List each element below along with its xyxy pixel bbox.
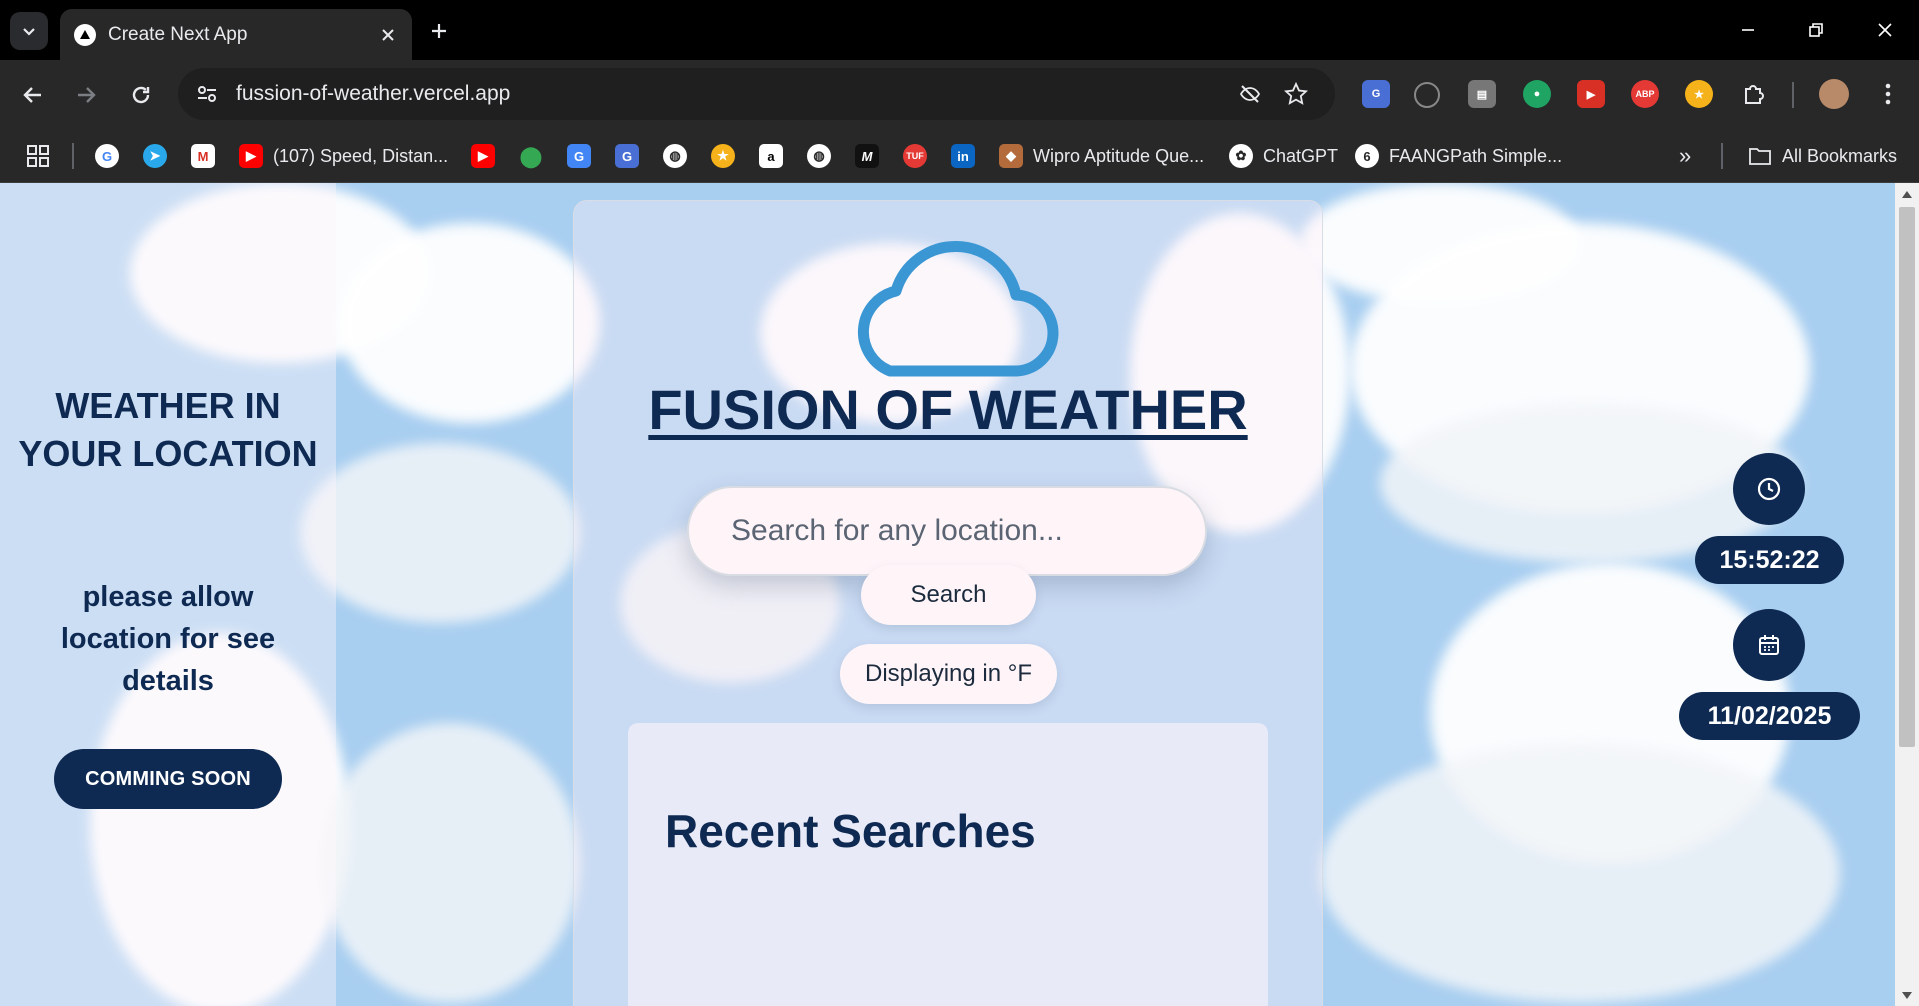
- reload-button[interactable]: [121, 75, 161, 115]
- app-title: FUSION OF WEATHER: [648, 378, 1248, 441]
- background-cloud: [300, 443, 580, 623]
- youtube-icon[interactable]: ▶: [471, 144, 495, 168]
- medium-icon[interactable]: M: [855, 144, 879, 168]
- arrow-left-icon: [23, 87, 41, 103]
- eye-off-icon[interactable]: [1236, 80, 1264, 108]
- browser-tab-strip: Create Next App: [0, 0, 1919, 60]
- bookmarks-divider: [72, 143, 74, 169]
- profile-avatar[interactable]: [1819, 79, 1849, 109]
- all-bookmarks-button[interactable]: All Bookmarks: [1748, 142, 1897, 170]
- clock-icon: [1757, 477, 1781, 501]
- google-icon[interactable]: G: [95, 144, 119, 168]
- chatgpt-icon: ✿: [1229, 144, 1253, 168]
- faangpath-icon: 6: [1355, 144, 1379, 168]
- toolbar-divider: [1792, 82, 1794, 108]
- browser-tab-active[interactable]: Create Next App: [60, 9, 412, 60]
- recent-searches-title: Recent Searches: [665, 805, 1036, 857]
- globe-icon[interactable]: ◍: [807, 144, 831, 168]
- google-classroom-icon[interactable]: G: [567, 144, 591, 168]
- location-search-input[interactable]: [687, 486, 1207, 576]
- tuf-icon[interactable]: TUF: [903, 144, 927, 168]
- youtube-icon: ▶: [239, 144, 263, 168]
- background-cloud: [340, 223, 600, 423]
- adblock-plus-icon[interactable]: ABP: [1631, 80, 1659, 108]
- minimize-button[interactable]: [1718, 10, 1778, 50]
- bookmarks-overflow-button[interactable]: »: [1679, 142, 1691, 170]
- bookmark-chatgpt[interactable]: ✿ ChatGPT: [1229, 142, 1338, 170]
- tab-search-button[interactable]: [10, 12, 48, 50]
- green-extension-icon[interactable]: ●: [1523, 80, 1551, 108]
- medal-icon[interactable]: ★: [711, 144, 735, 168]
- address-bar[interactable]: fussion-of-weather.vercel.app: [178, 68, 1335, 120]
- background-cloud: [320, 723, 580, 1003]
- new-tab-button[interactable]: [422, 14, 456, 48]
- folder-icon: [1748, 144, 1772, 168]
- video-extension-icon[interactable]: ▶: [1577, 80, 1605, 108]
- vercel-triangle-icon: [74, 24, 96, 46]
- back-button[interactable]: [13, 75, 53, 115]
- amazon-icon[interactable]: a: [759, 144, 783, 168]
- location-permission-message: please allow location for see details: [60, 581, 276, 697]
- browser-toolbar: fussion-of-weather.vercel.app G ▤ ● ▶ AB…: [0, 60, 1919, 130]
- medal-extension-icon[interactable]: ★: [1685, 80, 1713, 108]
- bookmark-star-icon[interactable]: [1282, 80, 1310, 108]
- site-info-icon[interactable]: [194, 81, 220, 107]
- recent-searches-section: Recent Searches: [628, 723, 1268, 1006]
- bookmark-label: (107) Speed, Distan...: [273, 145, 449, 166]
- google-translate-extension-icon[interactable]: G: [1362, 80, 1390, 108]
- google-translate-icon[interactable]: G: [615, 144, 639, 168]
- search-button[interactable]: Search: [861, 565, 1036, 625]
- bookmark-label: FAANGPath Simple...: [1389, 145, 1563, 166]
- location-weather-title: WEATHER IN YOUR LOCATION: [18, 385, 318, 474]
- bookmarks-bar: G ➤ M ▶ (107) Speed, Distan... ▶ ⬤ G G ◍…: [0, 130, 1919, 183]
- linkedin-icon[interactable]: in: [951, 144, 975, 168]
- current-time: 15:52:22: [1695, 536, 1844, 584]
- scroll-down-arrow-icon[interactable]: [1899, 988, 1915, 1004]
- clock-badge: [1733, 453, 1805, 525]
- scroll-up-arrow-icon[interactable]: [1899, 186, 1915, 202]
- close-icon: [1878, 23, 1892, 37]
- minimize-icon: [1742, 29, 1754, 31]
- telegram-icon[interactable]: ➤: [143, 144, 167, 168]
- location-weather-panel: WEATHER IN YOUR LOCATION please allow lo…: [0, 183, 336, 1006]
- overflow-chevron-icon: »: [1679, 143, 1692, 168]
- close-window-button[interactable]: [1855, 10, 1915, 50]
- all-bookmarks-label: All Bookmarks: [1782, 145, 1898, 166]
- kebab-menu-icon[interactable]: [1874, 80, 1902, 108]
- arrow-right-icon: [78, 87, 96, 103]
- tab-title: Create Next App: [108, 24, 248, 45]
- coming-soon-button[interactable]: COMMING SOON: [54, 749, 282, 809]
- sync-extension-icon[interactable]: [1414, 82, 1440, 108]
- google-maps-icon[interactable]: ⬤: [519, 144, 543, 168]
- current-date: 11/02/2025: [1679, 692, 1860, 740]
- weather-page: WEATHER IN YOUR LOCATION please allow lo…: [0, 183, 1895, 1006]
- plus-icon: [432, 24, 446, 38]
- weather-search-card: FUSION OF WEATHER Search Displaying in °…: [573, 200, 1323, 1006]
- bookmark-faangpath[interactable]: 6 FAANGPath Simple...: [1355, 142, 1562, 170]
- forward-button[interactable]: [66, 75, 106, 115]
- url-text[interactable]: fussion-of-weather.vercel.app: [236, 80, 510, 108]
- calendar-icon: [1759, 635, 1779, 655]
- calendar-badge: [1733, 609, 1805, 681]
- reload-icon: [132, 86, 150, 104]
- restore-icon: [1809, 23, 1823, 37]
- cloud-icon: [857, 240, 1059, 377]
- temperature-unit-toggle[interactable]: Displaying in °F: [840, 644, 1057, 704]
- close-tab-icon[interactable]: [376, 23, 400, 47]
- bookmark-youtube-video[interactable]: ▶ (107) Speed, Distan...: [239, 142, 448, 170]
- cow-icon: ◆: [999, 144, 1023, 168]
- bookmark-wipro[interactable]: ◆ Wipro Aptitude Que...: [999, 142, 1204, 170]
- scrollbar-thumb[interactable]: [1899, 207, 1915, 747]
- bookmark-label: Wipro Aptitude Que...: [1033, 145, 1205, 166]
- apps-grid-icon[interactable]: [26, 144, 50, 168]
- background-cloud: [1320, 743, 1840, 1003]
- bookmark-label: ChatGPT: [1263, 145, 1339, 166]
- gmail-icon[interactable]: M: [191, 144, 215, 168]
- restore-button[interactable]: [1786, 10, 1846, 50]
- printer-extension-icon[interactable]: ▤: [1468, 80, 1496, 108]
- chevron-down-icon: [23, 28, 35, 36]
- globe-icon[interactable]: ◍: [663, 144, 687, 168]
- bookmarks-divider: [1721, 143, 1723, 169]
- puzzle-extensions-icon[interactable]: [1739, 80, 1767, 108]
